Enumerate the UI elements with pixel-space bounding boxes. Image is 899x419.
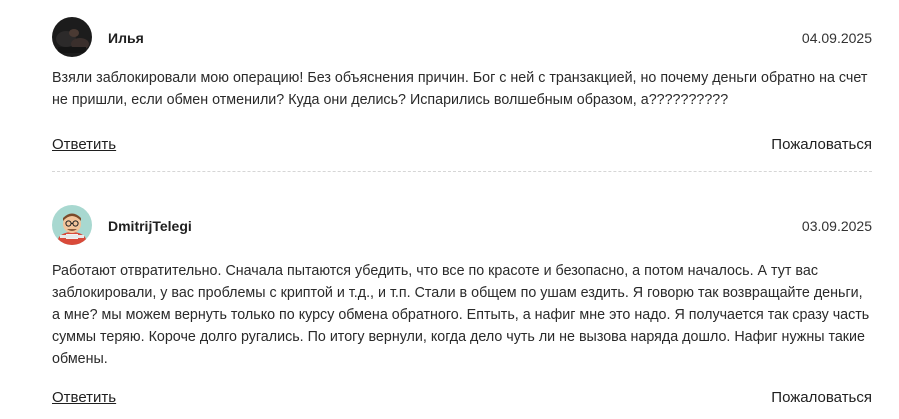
dark-photo-avatar-icon xyxy=(52,17,92,57)
author-name[interactable]: Илья xyxy=(108,30,144,46)
review-actions: Ответить Пожаловаться xyxy=(52,136,872,158)
author-name[interactable]: DmitrijTelegi xyxy=(108,218,192,234)
report-link[interactable]: Пожаловаться xyxy=(771,136,872,153)
avatar[interactable] xyxy=(52,17,92,57)
review-header: Илья 04.09.2025 xyxy=(52,17,872,59)
reply-link[interactable]: Ответить xyxy=(52,389,116,406)
review-text: Работают отвратительно. Сначала пытаются… xyxy=(52,263,870,367)
review-actions: Ответить Пожаловаться xyxy=(52,389,872,411)
review-card: Илья 04.09.2025 Взяли заблокировали мою … xyxy=(52,17,872,153)
review-header: DmitrijTelegi 03.09.2025 xyxy=(52,205,872,247)
divider xyxy=(52,171,872,172)
report-link[interactable]: Пожаловаться xyxy=(771,389,872,406)
reply-link[interactable]: Ответить xyxy=(52,136,116,153)
review-text: Взяли заблокировали мою операцию! Без об… xyxy=(52,70,868,108)
avatar[interactable] xyxy=(52,205,92,245)
cartoon-man-avatar-icon xyxy=(52,205,92,245)
review-date: 04.09.2025 xyxy=(801,30,872,46)
review-date: 03.09.2025 xyxy=(801,218,872,234)
reviews-feed: Илья 04.09.2025 Взяли заблокировали мою … xyxy=(0,0,899,419)
review-card: DmitrijTelegi 03.09.2025 Работают отврат… xyxy=(52,205,872,406)
